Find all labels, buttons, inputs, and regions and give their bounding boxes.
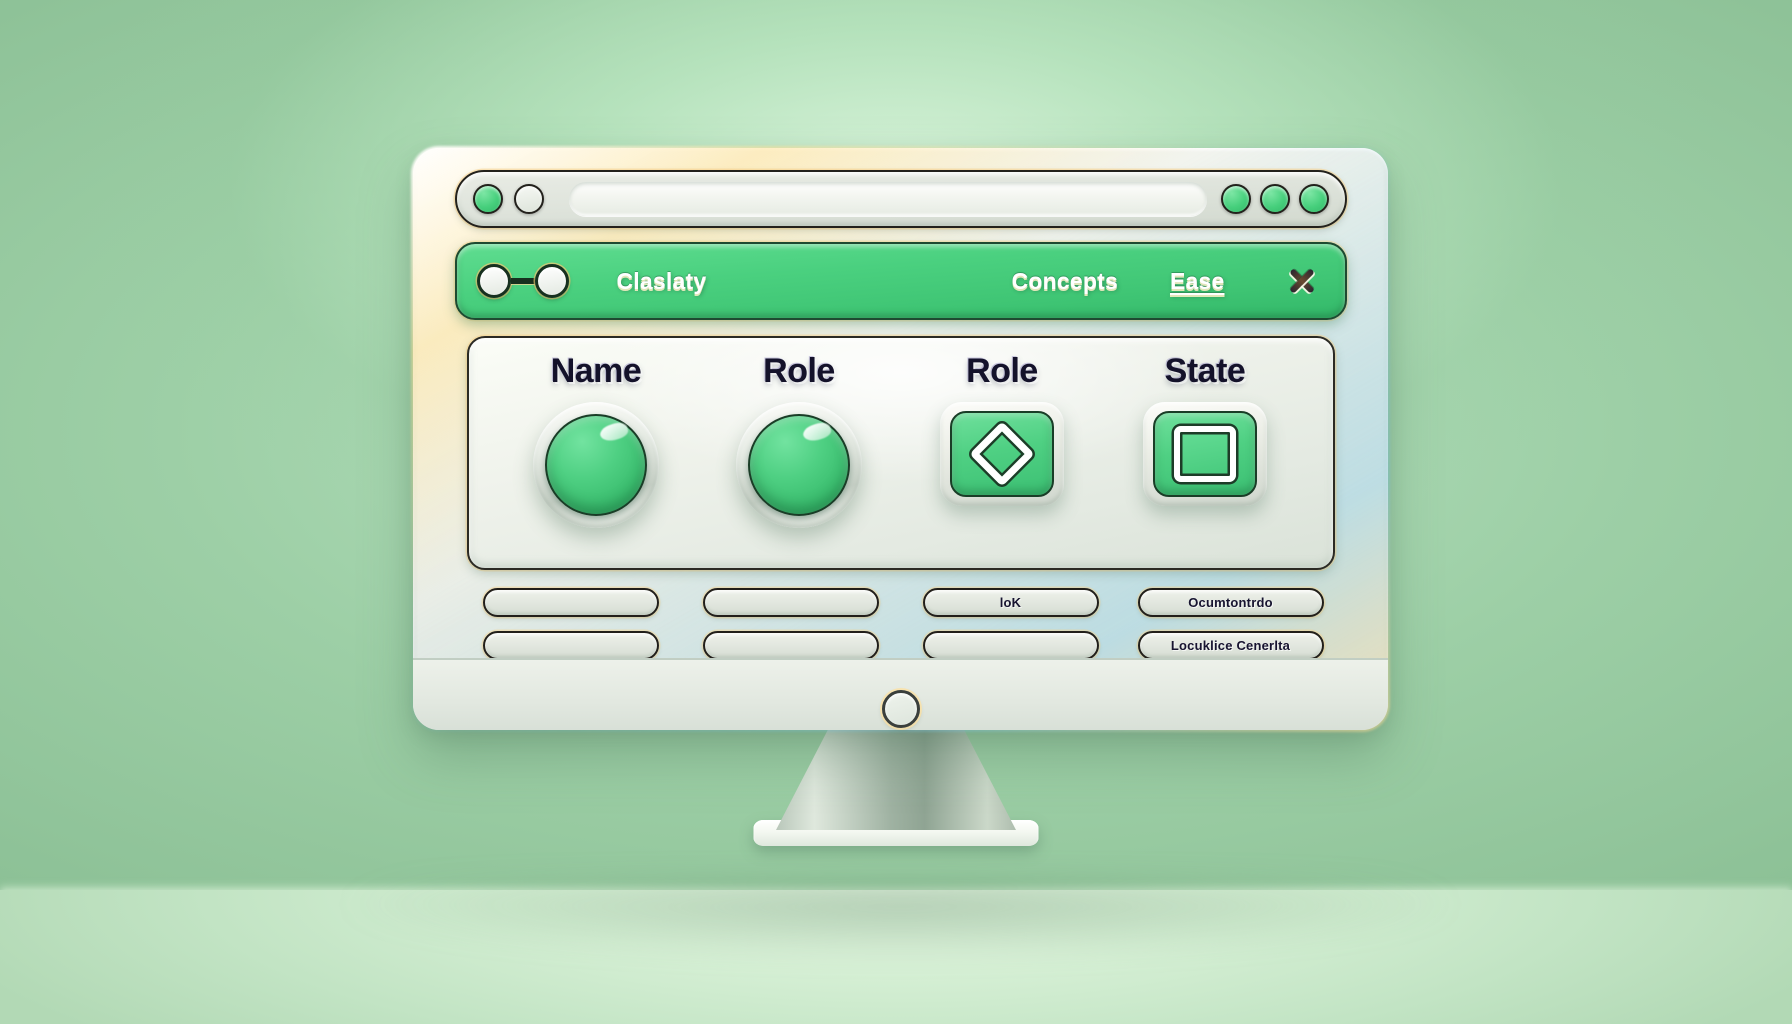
column-header-role-1: Role xyxy=(763,352,835,390)
close-icon[interactable] xyxy=(1283,262,1321,300)
state-square-tile[interactable] xyxy=(1143,402,1267,506)
link-node-left xyxy=(476,264,511,298)
column-header-state: State xyxy=(1164,352,1246,390)
role-tile-face xyxy=(950,411,1054,497)
state-tile-face xyxy=(1153,411,1257,497)
pill-row-1: loK Ocumtontrdo xyxy=(461,588,1341,617)
traffic-dot-green-icon[interactable] xyxy=(472,184,503,214)
link-connector xyxy=(510,278,535,284)
column-name: Name xyxy=(495,354,698,388)
pill-r2c2[interactable] xyxy=(702,631,879,660)
browser-titlebar xyxy=(454,170,1347,228)
pill-r1c2[interactable] xyxy=(702,588,879,617)
pill-r1c4[interactable]: Ocumtontrdo xyxy=(1137,588,1324,617)
role-diamond-tile[interactable] xyxy=(940,402,1064,506)
column-header-name: Name xyxy=(550,352,642,390)
pill-cell-r2c1 xyxy=(461,631,681,660)
toolbar-primary-label[interactable]: Claslaty xyxy=(617,268,707,295)
pill-list: loK Ocumtontrdo Locuklice Cenerlta xyxy=(461,588,1341,660)
green-toolbar: Claslaty Concepts Ease xyxy=(454,242,1347,320)
screen: Claslaty Concepts Ease Name Role Role St… xyxy=(439,166,1362,660)
pill-cell-r1c1 xyxy=(461,588,681,617)
power-ring-icon[interactable] xyxy=(881,690,920,728)
name-round-button[interactable] xyxy=(533,402,659,528)
monitor: Claslaty Concepts Ease Name Role Role St… xyxy=(413,148,1388,730)
link-node-right xyxy=(534,264,569,298)
widget-cell-name xyxy=(495,402,698,528)
widget-cell-role-2 xyxy=(901,402,1104,528)
name-button-cap xyxy=(545,414,647,516)
monitor-cast-shadow xyxy=(150,880,1650,1000)
link-icon[interactable] xyxy=(476,264,569,298)
diamond-icon xyxy=(969,421,1035,487)
toolbar-item-concepts[interactable]: Concepts xyxy=(1012,268,1118,295)
pill-cell-r1c4: Ocumtontrdo xyxy=(1121,588,1341,617)
widget-cell-state xyxy=(1104,402,1307,528)
chrome-dot-1-icon[interactable] xyxy=(1220,184,1251,214)
traffic-dot-empty-icon[interactable] xyxy=(513,184,544,214)
widget-card-panel: Name Role Role State xyxy=(466,336,1335,570)
pill-r2c1[interactable] xyxy=(482,631,659,660)
role-button-cap xyxy=(748,414,850,516)
widget-cell-role-1 xyxy=(698,402,901,528)
pill-cell-r1c3: loK xyxy=(901,588,1121,617)
column-header-row: Name Role Role State xyxy=(469,338,1333,388)
titlebar-right-controls xyxy=(1220,184,1329,214)
pill-cell-r2c4: Locuklice Cenerlta xyxy=(1121,631,1341,660)
role-round-button[interactable] xyxy=(736,402,862,528)
pill-cell-r2c2 xyxy=(681,631,901,660)
pill-label-r1c4: Ocumtontrdo xyxy=(1188,595,1273,610)
url-input[interactable] xyxy=(568,182,1207,216)
toolbar-item-ease[interactable]: Ease xyxy=(1170,268,1225,295)
widget-row xyxy=(469,388,1333,528)
pill-label-r2c4: Locuklice Cenerlta xyxy=(1170,638,1291,653)
column-role-2: Role xyxy=(901,354,1104,388)
pill-label-r1c3: loK xyxy=(999,595,1022,610)
column-role-1: Role xyxy=(698,354,901,388)
pill-cell-r2c3 xyxy=(901,631,1121,660)
pill-r2c4[interactable]: Locuklice Cenerlta xyxy=(1137,631,1324,660)
pill-r2c3[interactable] xyxy=(922,631,1099,660)
pill-row-2: Locuklice Cenerlta xyxy=(461,631,1341,660)
pill-r1c3[interactable]: loK xyxy=(922,588,1099,617)
chrome-dot-3-icon[interactable] xyxy=(1298,184,1329,214)
chrome-dot-2-icon[interactable] xyxy=(1259,184,1290,214)
square-icon xyxy=(1174,426,1236,482)
pill-r1c1[interactable] xyxy=(482,588,659,617)
pill-cell-r1c2 xyxy=(681,588,901,617)
column-header-role-2: Role xyxy=(966,352,1038,390)
column-state: State xyxy=(1104,354,1307,388)
